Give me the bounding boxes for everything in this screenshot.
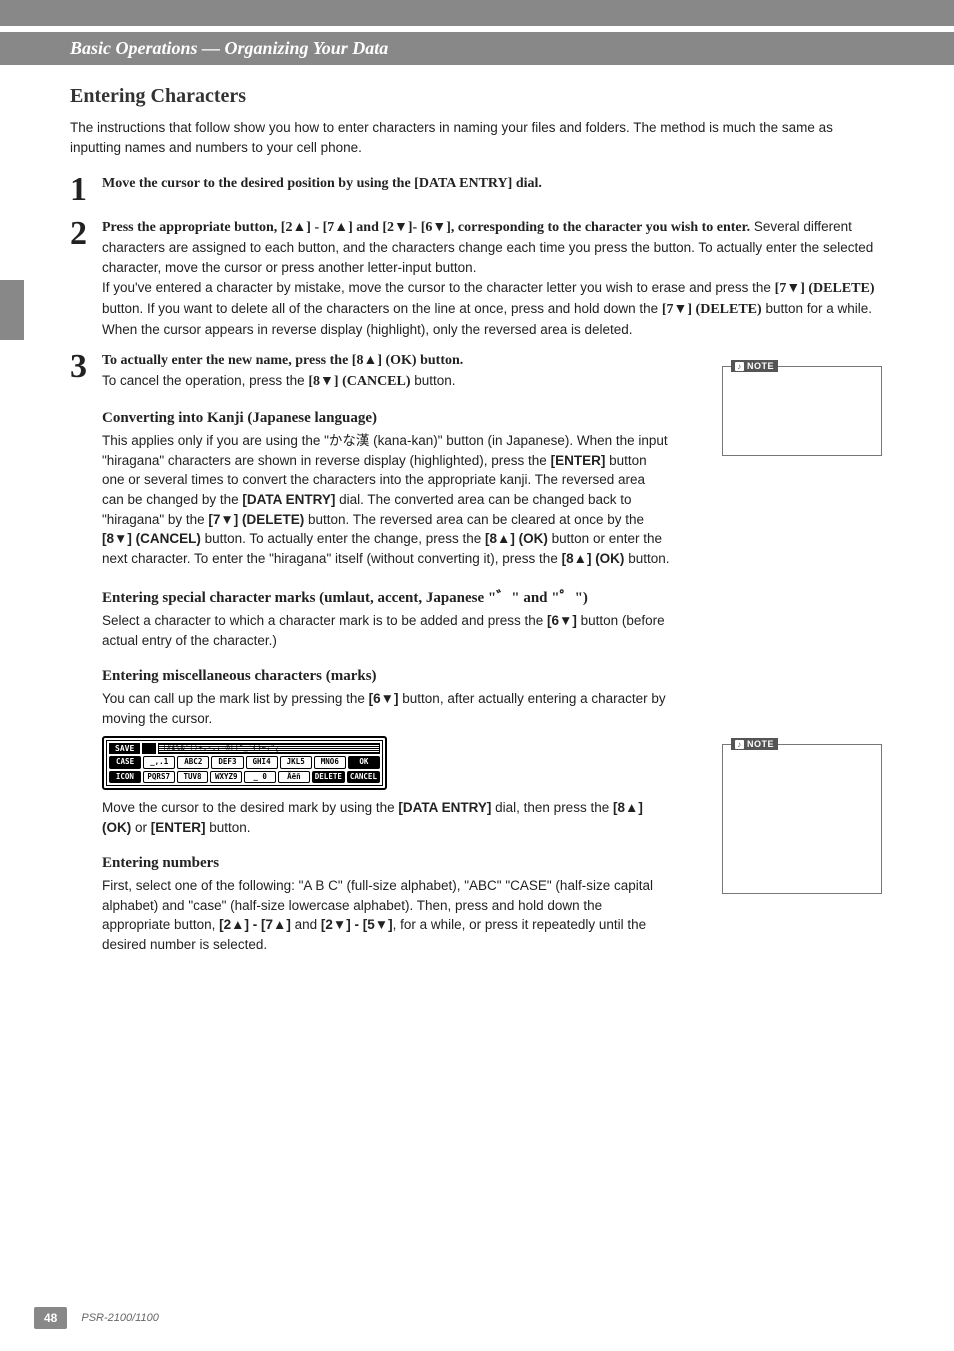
lcd-screenshot: SAVE !#$%&'()+,-.;=@[]^_`{}~¡°¿ CASE_,.1… xyxy=(102,736,387,790)
step-2-lead-a: Press the appropriate button, xyxy=(102,220,281,235)
step-2-lead-b: , corresponding to the character you wis… xyxy=(451,220,750,235)
lcd-cell: CASE xyxy=(109,756,141,768)
note-badge-2: ♪NOTE xyxy=(731,738,778,750)
step-1: 1 Move the cursor to the desired positio… xyxy=(70,173,884,207)
top-gray-bar xyxy=(0,0,954,26)
lcd-cell: ICON xyxy=(109,771,141,783)
step-2-number: 2 xyxy=(70,217,102,251)
kanji-p1f: button. To actually enter the change, pr… xyxy=(201,531,485,546)
step-2-line3b: button. If you want to delete all of the… xyxy=(102,301,662,316)
numbers-heading: Entering numbers xyxy=(102,855,670,872)
note-label-1: NOTE xyxy=(747,361,774,371)
lcd-cell: ABC2 xyxy=(177,756,209,768)
lcd-cell: GHI4 xyxy=(246,756,278,768)
misc-enter-btn: [ENTER] xyxy=(151,820,206,835)
lcd-cell: _ 0 xyxy=(244,771,276,783)
kanji-ok-btn2: [8▲] (OK) xyxy=(562,551,625,566)
misc-p2d: button. xyxy=(206,820,251,835)
step-3-line2b: button. xyxy=(411,373,456,388)
lcd-cell: WXYZ9 xyxy=(210,771,242,783)
step-3-number: 3 xyxy=(70,350,102,384)
misc-p1a: You can call up the mark list by pressin… xyxy=(102,691,369,706)
page-title: Entering Characters xyxy=(70,85,884,108)
kanji-p1h: button. xyxy=(624,551,669,566)
special-btn: [6▼] xyxy=(547,613,577,628)
lcd-marks-strip: !#$%&'()+,-.;=@[]^_`{}~¡°¿ xyxy=(158,743,380,754)
note-box-1: ♪NOTE xyxy=(722,366,882,456)
step-2-del-btn: [7▼] (DELETE) xyxy=(775,281,875,296)
note-badge-1: ♪NOTE xyxy=(731,360,778,372)
step-3-ok-btn: [8▲] (OK) xyxy=(352,353,417,368)
special-heading: Entering special character marks (umlaut… xyxy=(102,586,670,607)
step-3-cancel-btn: [8▼] (CANCEL) xyxy=(308,374,410,389)
misc-p2c: or xyxy=(131,820,151,835)
lcd-row-2: ICONPQRS7TUV8WXYZ9_ 0ÄëñDELETECANCEL xyxy=(109,771,380,783)
page-number: 48 xyxy=(34,1307,67,1329)
numbers-p1b: and xyxy=(291,917,321,932)
lcd-cell: CANCEL xyxy=(347,771,380,783)
kanji-p1a: This applies only if you are using the " xyxy=(102,433,329,448)
step-3-bold-a: To actually enter the new name, press th… xyxy=(102,353,352,368)
lcd-row-1: CASE_,.1ABC2DEF3GHI4JKL5MNO6OK xyxy=(109,756,380,768)
numbers-btns2: [2▼] - [5▼] xyxy=(321,917,393,932)
misc-p2a: Move the cursor to the desired mark by u… xyxy=(102,800,398,815)
misc-paragraph-2: Move the cursor to the desired mark by u… xyxy=(102,798,670,837)
lcd-cell: TUV8 xyxy=(177,771,209,783)
step-1-button: [DATA ENTRY] xyxy=(414,176,512,191)
kanji-ok-btn: [8▲] (OK) xyxy=(485,531,548,546)
misc-de-btn: [DATA ENTRY] xyxy=(398,800,491,815)
numbers-btns1: [2▲] - [7▲] xyxy=(219,917,291,932)
misc-btn: [6▼] xyxy=(369,691,399,706)
step-2-line3a: If you've entered a character by mistake… xyxy=(102,280,775,295)
lcd-cell: Äëñ xyxy=(278,771,310,783)
kanji-heading: Converting into Kanji (Japanese language… xyxy=(102,410,670,427)
note-label-2: NOTE xyxy=(747,739,774,749)
step-2-btn-range: [2▲] - [7▲] and [2▼]- [6▼] xyxy=(281,220,451,235)
kanji-de-btn: [DATA ENTRY] xyxy=(242,492,335,507)
step-1-number: 1 xyxy=(70,173,102,207)
lcd-cell: OK xyxy=(348,756,380,768)
misc-heading: Entering miscellaneous characters (marks… xyxy=(102,668,670,685)
misc-paragraph-1: You can call up the mark list by pressin… xyxy=(102,689,670,728)
lcd-cell: MNO6 xyxy=(314,756,346,768)
kanji-del-btn: [7▼] (DELETE) xyxy=(208,512,304,527)
lcd-cell: PQRS7 xyxy=(143,771,175,783)
lcd-save-label: SAVE xyxy=(109,743,140,754)
kanji-cancel-btn: [8▼] (CANCEL) xyxy=(102,531,201,546)
step-2-del-btn2: [7▼] (DELETE) xyxy=(662,302,762,317)
kanji-p1e: button. The reversed area can be cleared… xyxy=(304,512,644,527)
lcd-icon xyxy=(142,743,156,754)
manual-name: PSR-2100/1100 xyxy=(81,1312,158,1324)
intro-text: The instructions that follow show you ho… xyxy=(70,118,884,157)
step-3-bold-b: button. xyxy=(417,353,464,368)
note-box-2: ♪NOTE xyxy=(722,744,882,894)
lcd-cell: DEF3 xyxy=(211,756,243,768)
step-1-text-a: Move the cursor to the desired position … xyxy=(102,176,414,191)
step-3-line2a: To cancel the operation, press the xyxy=(102,373,308,388)
kanji-enter-btn: [ENTER] xyxy=(551,453,606,468)
special-paragraph: Select a character to which a character … xyxy=(102,611,670,650)
kanji-paragraph: This applies only if you are using the "… xyxy=(102,431,670,568)
special-p1a: Select a character to which a character … xyxy=(102,613,547,628)
lcd-cell: JKL5 xyxy=(280,756,312,768)
misc-p2b: dial, then press the xyxy=(491,800,613,815)
kanji-kana: かな漢 xyxy=(329,433,370,448)
step-2: 2 Press the appropriate button, [2▲] - [… xyxy=(70,217,884,340)
section-header: Basic Operations — Organizing Your Data xyxy=(0,32,954,65)
lcd-cell: DELETE xyxy=(312,771,345,783)
page-footer: 48 PSR-2100/1100 xyxy=(0,1307,954,1329)
lcd-marks-text: !#$%&'()+,-.;=@[]^_`{}~¡°¿ xyxy=(162,744,279,752)
lcd-cell: _,.1 xyxy=(143,756,175,768)
side-tab xyxy=(0,280,24,340)
numbers-paragraph: First, select one of the following: "A B… xyxy=(102,876,670,954)
step-1-text-b: dial. xyxy=(512,176,542,191)
